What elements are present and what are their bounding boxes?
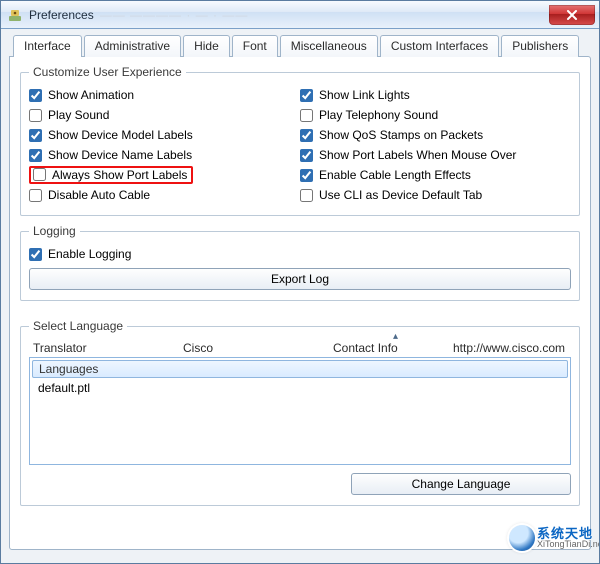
group-legend: Customize User Experience	[29, 65, 186, 79]
checkbox-show-device-name[interactable]	[29, 149, 42, 162]
group-legend: Select Language	[29, 319, 127, 333]
checkbox-label: Show Animation	[48, 88, 134, 102]
app-icon	[7, 7, 23, 23]
checkbox-show-link-lights[interactable]	[300, 89, 313, 102]
button-label: Change Language	[412, 477, 511, 491]
sort-caret-icon: ▴	[393, 331, 398, 342]
tab-publishers[interactable]: Publishers	[501, 35, 579, 57]
checkbox-use-cli-default[interactable]	[300, 189, 313, 202]
checkbox-enable-logging[interactable]	[29, 248, 42, 261]
tab-font[interactable]: Font	[232, 35, 278, 57]
checkbox-label: Use CLI as Device Default Tab	[319, 188, 482, 202]
close-icon	[566, 10, 578, 20]
checkbox-always-show-port-labels[interactable]	[33, 168, 46, 181]
col-url[interactable]: http://www.cisco.com	[453, 341, 567, 355]
checkbox-label: Play Sound	[48, 108, 109, 122]
tab-label: Font	[243, 39, 267, 53]
tabstrip: Interface Administrative Hide Font Misce…	[9, 35, 591, 57]
ux-left-column: Show Animation Play Sound Show Device Mo…	[29, 85, 300, 205]
tab-label: Publishers	[512, 39, 568, 53]
checkbox-enable-cable-length[interactable]	[300, 169, 313, 182]
tab-label: Custom Interfaces	[391, 39, 488, 53]
tab-label: Hide	[194, 39, 219, 53]
language-list-item[interactable]: default.ptl	[30, 380, 570, 396]
group-legend: Logging	[29, 224, 80, 238]
checkbox-label: Show Link Lights	[319, 88, 410, 102]
preferences-window: Preferences —— ———— · — · —— Interface A…	[0, 0, 600, 564]
group-select-language: Select Language Translator Cisco Contact…	[20, 319, 580, 506]
col-translator[interactable]: Translator	[33, 341, 183, 355]
export-log-button[interactable]: Export Log	[29, 268, 571, 290]
checkbox-show-qos-stamps[interactable]	[300, 129, 313, 142]
tab-custom-interfaces[interactable]: Custom Interfaces	[380, 35, 499, 57]
titlebar-ghost: —— ———— · — · ——	[100, 8, 549, 22]
close-button[interactable]	[549, 5, 595, 25]
language-list-selected[interactable]: Languages	[32, 360, 568, 378]
group-logging: Logging Enable Logging Export Log	[20, 224, 580, 301]
checkbox-label: Play Telephony Sound	[319, 108, 438, 122]
checkbox-show-animation[interactable]	[29, 89, 42, 102]
checkbox-play-sound[interactable]	[29, 109, 42, 122]
col-label: Contact Info	[333, 341, 398, 355]
checkbox-show-device-model[interactable]	[29, 129, 42, 142]
col-cisco[interactable]: Cisco	[183, 341, 333, 355]
group-user-experience: Customize User Experience Show Animation…	[20, 65, 580, 216]
highlight-box: Always Show Port Labels	[29, 166, 193, 184]
checkbox-disable-auto-cable[interactable]	[29, 189, 42, 202]
checkbox-label: Show Device Name Labels	[48, 148, 192, 162]
language-table-header: Translator Cisco Contact Info▴ http://ww…	[29, 339, 571, 357]
checkbox-label: Enable Logging	[48, 247, 131, 261]
checkbox-play-telephony-sound[interactable]	[300, 109, 313, 122]
tab-panel-interface: Customize User Experience Show Animation…	[9, 56, 591, 550]
tab-administrative[interactable]: Administrative	[84, 35, 181, 57]
checkbox-label: Disable Auto Cable	[48, 188, 150, 202]
checkbox-show-port-labels-mouseover[interactable]	[300, 149, 313, 162]
window-title: Preferences	[29, 8, 94, 22]
tab-interface[interactable]: Interface	[13, 35, 82, 57]
tab-label: Miscellaneous	[291, 39, 367, 53]
checkbox-label: Show Port Labels When Mouse Over	[319, 148, 516, 162]
tab-miscellaneous[interactable]: Miscellaneous	[280, 35, 378, 57]
checkbox-label: Show Device Model Labels	[48, 128, 193, 142]
checkbox-label: Enable Cable Length Effects	[319, 168, 471, 182]
titlebar: Preferences —— ———— · — · ——	[1, 1, 599, 29]
tab-hide[interactable]: Hide	[183, 35, 230, 57]
tab-label: Administrative	[95, 39, 170, 53]
button-label: Export Log	[271, 272, 329, 286]
ux-right-column: Show Link Lights Play Telephony Sound Sh…	[300, 85, 571, 205]
checkbox-label: Always Show Port Labels	[52, 168, 187, 182]
col-contact[interactable]: Contact Info▴	[333, 341, 453, 355]
checkbox-label: Show QoS Stamps on Packets	[319, 128, 483, 142]
content-area: Interface Administrative Hide Font Misce…	[1, 29, 599, 563]
tab-label: Interface	[24, 39, 71, 53]
language-list[interactable]: Languages default.ptl	[29, 357, 571, 465]
change-language-button[interactable]: Change Language	[351, 473, 571, 495]
